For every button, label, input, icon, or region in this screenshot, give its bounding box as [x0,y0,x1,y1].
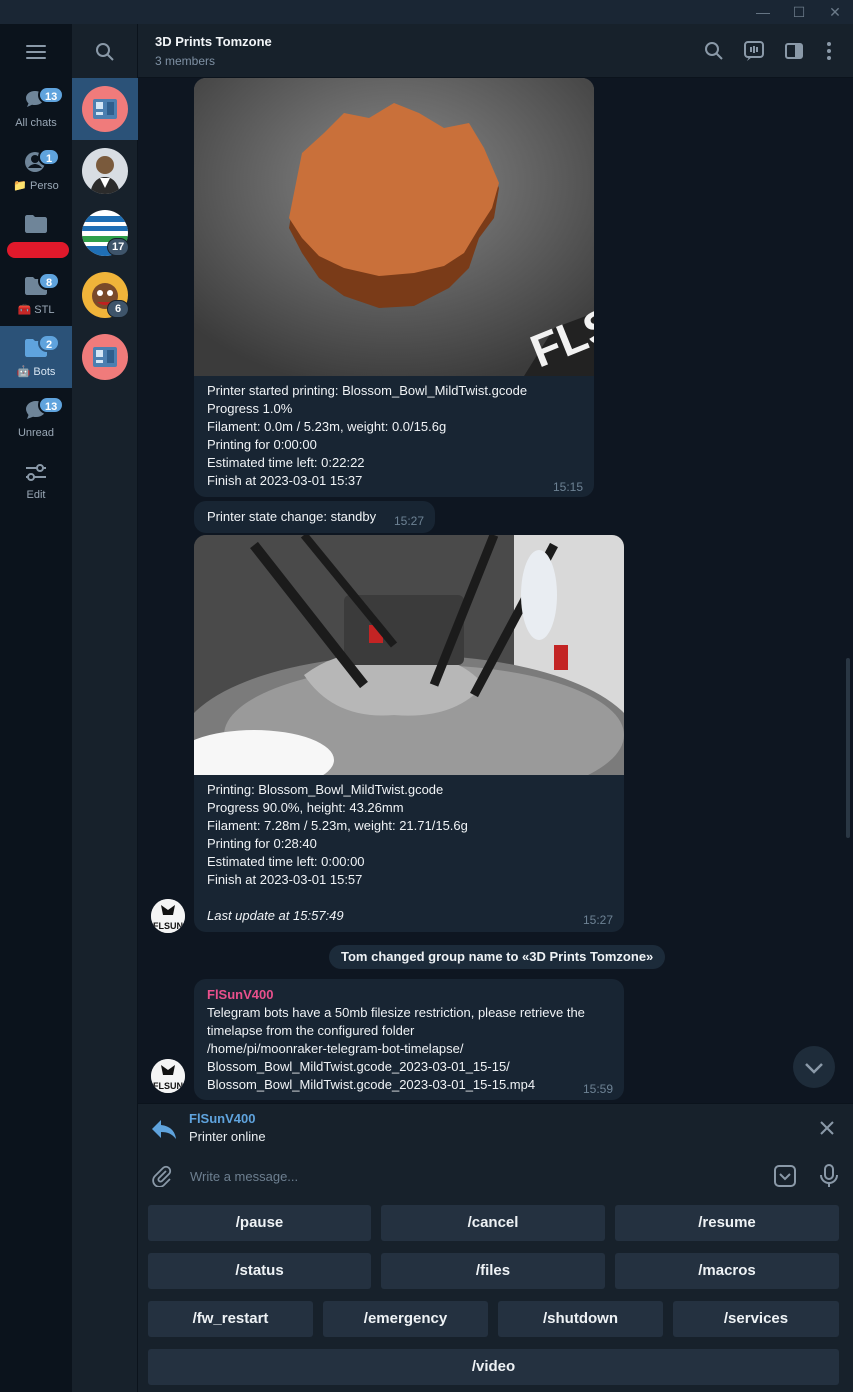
avatar [82,148,128,194]
message-input[interactable] [190,1166,750,1186]
folder-icon [25,215,47,233]
scrollbar[interactable] [846,658,850,838]
command-services-button[interactable]: /services [673,1301,839,1337]
folder-label: 🧰 STL [17,304,55,316]
title-bar: — ☐ ✕ [0,0,853,24]
folder-emoji: 📁 [13,180,27,192]
folder-label: 📁 Perso [13,180,59,192]
message-text: Telegram bots have a 50mb filesize restr… [207,1005,585,1092]
telegram-window: — ☐ ✕ 13 All chats 1 📁 Perso 8 🧰 STL 2 🤖… [0,0,853,1392]
chat-title[interactable]: 3D Prints Tomzone [155,34,272,49]
folder-badge: 13 [38,86,65,104]
svg-text:FLSUN: FLSUN [153,1081,183,1091]
folder-bots[interactable]: 2 🤖 Bots [0,326,72,388]
scroll-down-button[interactable] [793,1046,835,1088]
search-icon[interactable] [703,40,725,62]
avatar [82,86,128,132]
sliders-icon [26,464,46,481]
command-resume-button[interactable]: /resume [615,1205,839,1241]
message-sender[interactable]: FlSunV400 [194,979,624,1004]
reply-icon [152,1120,176,1139]
bot-avatar[interactable]: FLSUN [151,899,185,933]
command-pause-button[interactable]: /pause [148,1205,371,1241]
folder-label: Edit [26,489,46,501]
folder-badge: 8 [38,272,60,290]
chat-header: 3D Prints Tomzone 3 members [138,24,853,78]
microphone-icon[interactable] [818,1163,840,1189]
reply-text: Printer online [189,1129,266,1144]
message-text: Printer started printing: Blossom_Bowl_M… [207,383,528,488]
folder-label: All chats [15,117,57,129]
reply-sender: FlSunV400 [189,1111,256,1126]
folder-edit[interactable]: Edit [0,450,72,512]
chat-item[interactable] [72,326,138,388]
command-fw-restart-button[interactable]: /fw_restart [148,1301,313,1337]
last-update-text: Last update at 15:57:49 [207,908,344,923]
menu-icon[interactable] [26,45,46,63]
message-bubble[interactable]: FLSU Printer started printing: Blossom_B… [194,78,594,497]
command-files-button[interactable]: /files [381,1253,605,1289]
folder-all-chats[interactable]: 13 All chats [0,78,72,140]
sidebar-toggle-icon[interactable] [783,40,805,62]
message-photo[interactable]: FLSU [194,78,594,377]
command-cancel-button[interactable]: /cancel [381,1205,605,1241]
folder-emoji: 🤖 [16,366,31,378]
avatar [82,334,128,380]
minimize-button[interactable]: — [745,0,781,24]
folder-perso[interactable]: 1 📁 Perso [0,140,72,202]
message-time: 15:15 [552,480,583,494]
redaction-mark [7,242,69,258]
message-text: Printing: Blossom_Bowl_MildTwist.gcode P… [207,782,468,887]
command-shutdown-button[interactable]: /shutdown [498,1301,663,1337]
folder-emoji: 🧰 [17,304,32,316]
search-icon[interactable] [94,41,116,63]
message-time: 15:59 [582,1082,613,1096]
chat-list: 17 6 [72,24,138,1392]
folder-label: Unread [17,427,55,439]
command-video-button[interactable]: /video [148,1349,839,1385]
message-list: FLSU Printer started printing: Blossom_B… [138,78,853,1103]
message-time: 15:27 [393,514,424,528]
folder-badge: 2 [38,334,60,352]
chat-item[interactable]: 17 [72,202,138,264]
reply-preview: FlSunV400 Printer online [138,1103,853,1155]
folders-sidebar: 13 All chats 1 📁 Perso 8 🧰 STL 2 🤖 Bots … [0,24,72,1392]
unread-badge: 6 [107,300,129,318]
message-time: 15:27 [582,913,613,927]
attach-icon[interactable] [151,1165,173,1187]
folder-label: 🤖 Bots [16,366,56,378]
chat-item[interactable]: 6 [72,264,138,326]
chat-item[interactable] [72,140,138,202]
message-photo[interactable] [194,535,624,835]
close-window-button[interactable]: ✕ [817,0,853,24]
message-bubble[interactable]: Printer state change: standby 15:27 [194,501,435,533]
folder-unread[interactable]: 13 Unread [0,388,72,450]
bot-avatar[interactable]: FLSUN [151,1059,185,1093]
bot-keyboard-icon[interactable] [773,1164,797,1188]
unread-badge: 17 [107,238,130,256]
command-macros-button[interactable]: /macros [615,1253,839,1289]
chevron-down-icon [805,1063,823,1074]
svg-text:FLSUN: FLSUN [153,921,183,931]
service-message: Tom changed group name to «3D Prints Tom… [329,945,666,969]
voice-chat-icon[interactable] [743,40,765,62]
bot-keyboard: /pause /cancel /resume /status /files /m… [138,1197,853,1392]
message-composer [138,1155,853,1197]
chat-item-3d-prints[interactable] [72,78,138,140]
maximize-button[interactable]: ☐ [781,0,817,24]
command-status-button[interactable]: /status [148,1253,371,1289]
close-icon[interactable] [819,1120,835,1136]
folder-stl[interactable]: 8 🧰 STL [0,264,72,326]
message-bubble[interactable]: FlSunV400 Telegram bots have a 50mb file… [194,979,624,1100]
command-emergency-button[interactable]: /emergency [323,1301,488,1337]
folder-badge: 1 [38,148,60,166]
message-bubble[interactable]: Printing: Blossom_Bowl_MildTwist.gcode P… [194,535,624,932]
folder-badge: 13 [38,396,65,414]
member-count: 3 members [155,54,216,68]
more-options-icon[interactable] [818,40,840,62]
